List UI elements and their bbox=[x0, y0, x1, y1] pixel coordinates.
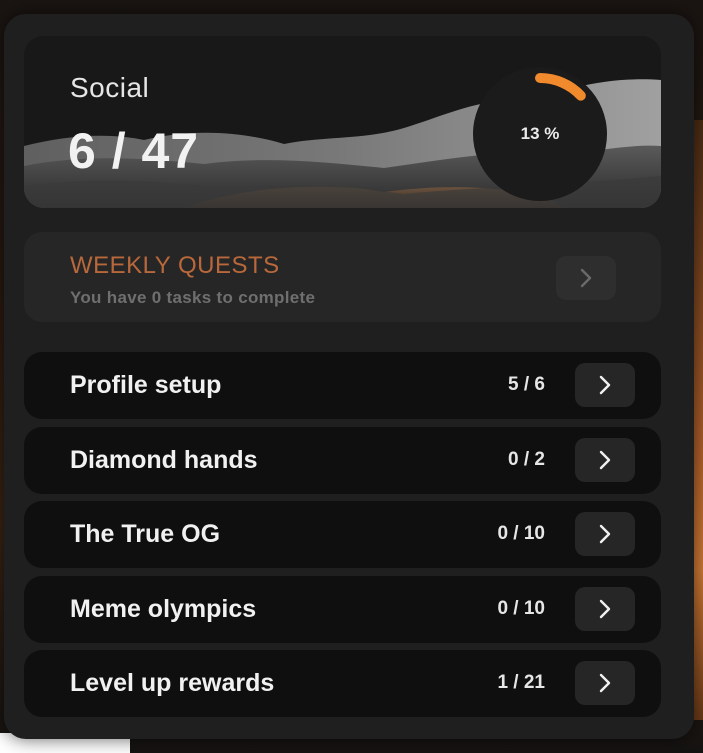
weekly-quests-open-button[interactable] bbox=[556, 256, 616, 300]
quest-open-button[interactable] bbox=[575, 661, 635, 705]
chevron-right-icon bbox=[596, 523, 614, 545]
quest-open-button[interactable] bbox=[575, 512, 635, 556]
quest-progress: 0 / 10 bbox=[497, 523, 545, 544]
quest-label: Level up rewards bbox=[70, 669, 275, 697]
weekly-quests-card[interactable]: WEEKLY QUESTS You have 0 tasks to comple… bbox=[24, 232, 661, 322]
social-progress-percent: 13 % bbox=[520, 124, 560, 143]
quest-row-profile-setup[interactable]: Profile setup 5 / 6 bbox=[24, 352, 661, 419]
weekly-quests-title: WEEKLY QUESTS bbox=[70, 252, 280, 279]
chevron-right-icon bbox=[596, 449, 614, 471]
quest-row-level-up-rewards[interactable]: Level up rewards 1 / 21 bbox=[24, 650, 661, 717]
quest-label: Diamond hands bbox=[70, 445, 258, 474]
quest-progress: 1 / 21 bbox=[497, 672, 545, 693]
chevron-right-icon bbox=[577, 267, 595, 289]
quests-panel: Social 6 / 47 13 % WEEKLY QUESTS You hav… bbox=[4, 14, 694, 739]
quest-list: Profile setup 5 / 6 Diamond hands 0 / 2 … bbox=[24, 352, 661, 725]
quest-open-button[interactable] bbox=[575, 437, 635, 482]
quest-progress: 0 / 10 bbox=[497, 597, 545, 619]
quest-label: The True OG bbox=[70, 520, 221, 548]
chevron-right-icon bbox=[596, 374, 614, 396]
quest-label: Meme olympics bbox=[70, 594, 257, 623]
social-progress-count: 6 / 47 bbox=[68, 123, 200, 179]
chevron-right-icon bbox=[596, 598, 614, 620]
quest-progress: 5 / 6 bbox=[508, 374, 545, 395]
quest-label: Profile setup bbox=[70, 371, 222, 399]
weekly-quests-subtitle: You have 0 tasks to complete bbox=[70, 288, 316, 307]
social-summary-card: Social 6 / 47 13 % bbox=[24, 36, 661, 208]
quest-row-diamond-hands[interactable]: Diamond hands 0 / 2 bbox=[24, 426, 661, 494]
quest-row-the-true-og[interactable]: The True OG 0 / 10 bbox=[24, 501, 661, 568]
chevron-right-icon bbox=[596, 672, 614, 694]
quest-open-button[interactable] bbox=[575, 363, 635, 407]
quest-progress: 0 / 2 bbox=[508, 448, 545, 470]
quest-row-meme-olympics[interactable]: Meme olympics 0 / 10 bbox=[24, 575, 661, 643]
social-category-label: Social bbox=[70, 72, 150, 103]
quest-open-button[interactable] bbox=[575, 586, 635, 631]
